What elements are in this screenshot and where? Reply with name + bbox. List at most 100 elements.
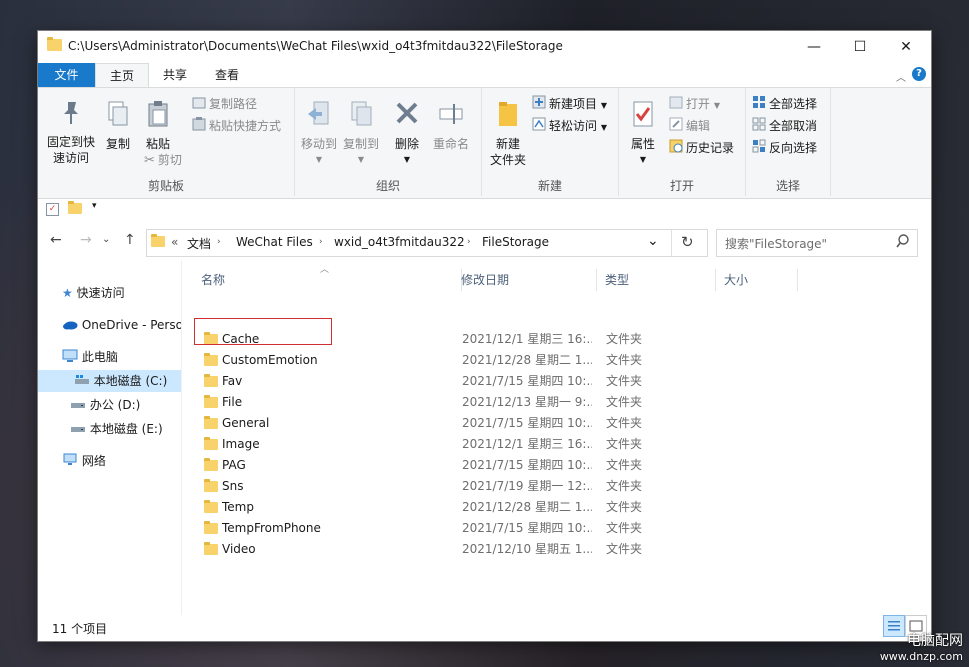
pin-quick-access-button[interactable]: 固定到快 速访问	[44, 100, 98, 166]
refresh-button[interactable]: ↻	[681, 233, 694, 251]
table-row[interactable]: Video 2021/12/10 星期五 1... 文件夹	[195, 539, 845, 560]
column-header-date[interactable]: 修改日期	[461, 269, 597, 291]
chevron-right-icon[interactable]: ›	[217, 237, 221, 247]
search-box[interactable]: 搜索"FileStorage"	[716, 229, 918, 257]
folder-icon	[204, 500, 218, 513]
tab-file[interactable]: 文件	[38, 63, 95, 87]
sidebar-item-quick-access[interactable]: ★ 快速访问	[62, 282, 181, 304]
breadcrumb-wxid[interactable]: wxid_o4t3fmitdau322	[334, 235, 465, 249]
maximize-button[interactable]: ☐	[837, 31, 883, 63]
copy-to-button[interactable]: 复制到 ▼	[341, 100, 381, 168]
rename-button[interactable]: 重命名	[429, 100, 473, 152]
select-group-label: 选择	[775, 179, 800, 193]
open-button[interactable]: 打开 ▼	[669, 94, 720, 114]
dropdown-arrow-icon: ▼	[357, 155, 365, 164]
search-input[interactable]: 搜索"FileStorage"	[725, 235, 827, 252]
breadcrumb-wechat-files[interactable]: WeChat Files	[236, 235, 313, 249]
close-button[interactable]: ✕	[883, 31, 929, 63]
drive-icon	[70, 395, 86, 417]
quick-access-toolbar: ✓ ▾	[38, 198, 931, 220]
recent-locations-dropdown[interactable]: ⌄	[102, 234, 110, 245]
status-item-count: 11 个项目	[52, 622, 108, 636]
new-item-button[interactable]: 新建项目 ▼	[532, 94, 607, 114]
back-button[interactable]: ←	[50, 232, 62, 248]
customize-toolbar-icon[interactable]: ▾	[92, 201, 97, 211]
breadcrumb-overflow[interactable]: «	[171, 235, 178, 249]
chevron-right-icon[interactable]: ›	[467, 237, 471, 247]
table-row[interactable]: Temp 2021/12/28 星期二 1... 文件夹	[195, 497, 845, 518]
tab-share[interactable]: 共享	[150, 63, 200, 87]
search-icon[interactable]	[896, 234, 909, 251]
file-type: 文件夹	[606, 353, 643, 367]
rename-icon	[429, 100, 473, 132]
tab-view[interactable]: 查看	[202, 63, 252, 87]
sidebar-item-network[interactable]: 网络	[62, 450, 181, 472]
table-row[interactable]: TempFromPhone 2021/7/15 星期四 10:... 文件夹	[195, 518, 845, 539]
select-all-button[interactable]: 全部选择	[752, 94, 817, 114]
open-group-label: 打开	[669, 179, 694, 193]
chevron-up-icon[interactable]: ︿	[896, 69, 906, 84]
breadcrumb-filestorage[interactable]: FileStorage	[482, 235, 549, 249]
select-none-button[interactable]: 全部取消	[752, 116, 817, 136]
table-row[interactable]: PAG 2021/7/15 星期四 10:... 文件夹	[195, 455, 845, 476]
table-row[interactable]: Sns 2021/7/19 星期一 12:... 文件夹	[195, 476, 845, 497]
move-to-button[interactable]: 移动到 ▼	[299, 100, 339, 168]
highlight-box	[194, 318, 332, 345]
windows-drive-icon	[74, 371, 90, 393]
file-type: 文件夹	[606, 542, 643, 556]
paste-button[interactable]: 粘贴	[140, 100, 176, 152]
file-name: Video	[222, 542, 256, 556]
file-type: 文件夹	[606, 437, 643, 451]
sidebar-item-this-pc[interactable]: 此电脑	[62, 346, 181, 368]
invert-selection-button[interactable]: 反向选择	[752, 138, 817, 158]
dropdown-arrow-icon: ▼	[713, 101, 720, 110]
chevron-right-icon[interactable]: ›	[319, 237, 323, 247]
table-row[interactable]: General 2021/7/15 星期四 10:... 文件夹	[195, 413, 845, 434]
dropdown-arrow-icon: ▼	[315, 155, 323, 164]
column-header-name[interactable]: 名称	[195, 269, 462, 291]
address-bar[interactable]: « 文档 › WeChat Files › wxid_o4t3fmitdau32…	[146, 229, 708, 257]
table-row[interactable]: File 2021/12/13 星期一 9:... 文件夹	[195, 392, 845, 413]
copy-path-button[interactable]: 复制路径	[192, 94, 257, 114]
minimize-button[interactable]: —	[791, 31, 837, 63]
new-folder-small-icon[interactable]	[68, 201, 82, 214]
up-button[interactable]: ↑	[124, 232, 136, 248]
file-type: 文件夹	[606, 332, 643, 346]
tab-home[interactable]: 主页	[95, 63, 149, 89]
easy-access-button[interactable]: 轻松访问 ▼	[532, 116, 607, 136]
history-label: 历史记录	[686, 141, 735, 155]
column-header-size[interactable]: 大小	[724, 269, 798, 291]
new-folder-icon	[486, 100, 530, 132]
sidebar-item-label: OneDrive - Perso	[81, 318, 181, 332]
edit-button[interactable]: 编辑	[669, 116, 710, 136]
title-bar[interactable]: C:\Users\Administrator\Documents\WeChat …	[38, 31, 931, 63]
table-row[interactable]: Image 2021/12/1 星期三 16:... 文件夹	[195, 434, 845, 455]
sidebar-item-label: 网络	[81, 454, 106, 468]
properties-small-icon[interactable]: ✓	[46, 203, 59, 216]
rename-label: 重命名	[432, 137, 469, 151]
history-button[interactable]: 历史记录	[669, 138, 734, 158]
table-row[interactable]: Fav 2021/7/15 星期四 10:... 文件夹	[195, 371, 845, 392]
column-header-type[interactable]: 类型	[605, 269, 716, 291]
sidebar-item-label: 快速访问	[76, 286, 125, 300]
cut-button[interactable]: ✂ 剪切	[144, 150, 182, 170]
table-row[interactable]: CustomEmotion 2021/12/28 星期二 1... 文件夹	[195, 350, 845, 371]
sidebar-item-onedrive[interactable]: OneDrive - Perso	[62, 314, 181, 336]
file-date: 2021/7/15 星期四 10:...	[462, 521, 592, 535]
new-folder-button[interactable]: 新建 文件夹	[486, 100, 530, 168]
cloud-icon	[62, 315, 78, 337]
copy-button[interactable]: 复制	[100, 100, 136, 152]
address-history-dropdown[interactable]: ⌄	[647, 233, 659, 249]
sidebar-item-drive-d[interactable]: 办公 (D:)	[70, 394, 181, 416]
organize-group: 移动到 ▼ 复制到 ▼ 删除 ▼ 重命名 组织	[295, 88, 482, 196]
sidebar-item-drive-e[interactable]: 本地磁盘 (E:)	[70, 418, 181, 440]
properties-button[interactable]: 属性 ▼	[623, 100, 663, 168]
help-icon[interactable]: ?	[912, 67, 926, 81]
paste-shortcut-button[interactable]: 粘贴快捷方式	[192, 116, 281, 136]
breadcrumb-documents[interactable]: 文档	[187, 235, 211, 252]
sidebar-item-drive-c[interactable]: 本地磁盘 (C:)	[38, 370, 181, 392]
select-group: 全部选择 全部取消 反向选择 选择	[746, 88, 831, 196]
delete-button[interactable]: 删除 ▼	[389, 100, 425, 168]
new-folder-label-line2: 文件夹	[489, 153, 526, 167]
forward-button[interactable]: →	[80, 232, 92, 248]
